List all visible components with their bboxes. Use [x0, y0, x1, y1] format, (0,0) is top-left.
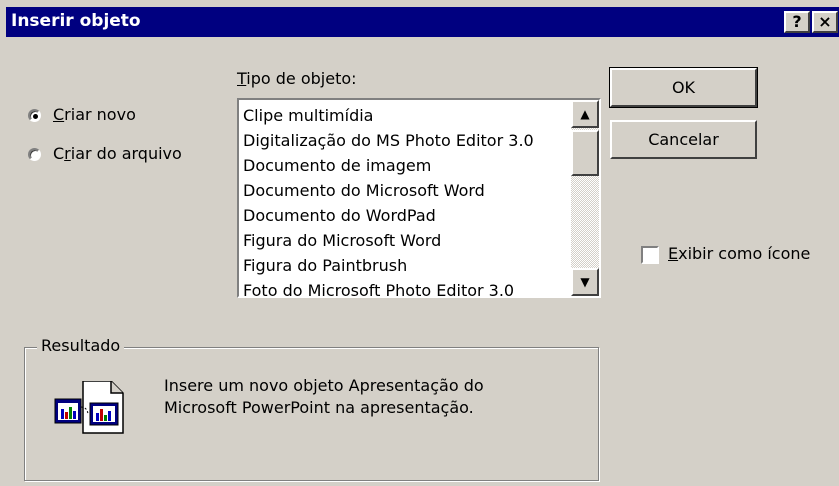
object-type-list-item[interactable]: Documento do WordPad — [243, 203, 565, 228]
result-description: Insere um novo objeto Apresentação do Mi… — [164, 375, 564, 419]
radio-button[interactable] — [28, 148, 41, 161]
label-accelerator: C — [53, 105, 65, 124]
result-legend: Resultado — [37, 336, 125, 355]
object-type-list-item[interactable]: Documento do Microsoft Word — [243, 178, 565, 203]
radio-criar-novo-label[interactable]: Criar novo — [53, 105, 136, 124]
scroll-thumb[interactable] — [571, 130, 599, 176]
label-rest: xibir como ícone — [678, 244, 811, 263]
powerpoint-object-icon — [54, 381, 124, 434]
object-type-list-item[interactable]: Clipe multimídia — [243, 103, 565, 128]
object-type-list-item[interactable]: Foto do Microsoft Photo Editor 3.0 — [243, 278, 565, 296]
scroll-down-button[interactable]: ▼ — [571, 268, 599, 296]
radio-criar-do-arquivo-label[interactable]: Criar do arquivo — [53, 144, 182, 163]
object-type-list-item[interactable]: Figura do Paintbrush — [243, 253, 565, 278]
label-accelerator: T — [237, 69, 247, 88]
radio-dot — [33, 114, 38, 119]
display-as-icon-checkbox[interactable] — [641, 246, 659, 264]
radio-button-selected[interactable] — [28, 109, 41, 122]
object-type-list-item[interactable]: Figura do Microsoft Word — [243, 228, 565, 253]
label-prefix: C — [53, 144, 65, 163]
label-accelerator: E — [668, 244, 679, 263]
result-line-2: Microsoft PowerPoint na apresentação. — [164, 398, 474, 417]
scroll-up-button[interactable]: ▲ — [571, 100, 599, 128]
help-button[interactable]: ? — [784, 11, 810, 33]
object-type-list-item[interactable]: Digitalização do MS Photo Editor 3.0 — [243, 128, 565, 153]
listbox-scrollbar[interactable]: ▲ ▼ — [571, 100, 599, 296]
object-type-list-item[interactable]: Documento de imagem — [243, 153, 565, 178]
display-as-icon-label[interactable]: Exibir como ícone — [668, 244, 810, 263]
ok-button[interactable]: OK — [609, 67, 758, 108]
object-type-list: Clipe multimídia Digitalização do MS Phot… — [243, 103, 565, 296]
insert-object-dialog: Inserir objeto ? × Criar novo Criar do a… — [0, 0, 839, 486]
object-type-label: Tipo de objeto: — [237, 69, 357, 88]
dialog-title: Inserir objeto — [11, 11, 141, 31]
close-button[interactable]: × — [812, 11, 838, 33]
title-bar[interactable]: Inserir objeto ? × — [6, 7, 839, 37]
label-rest: iar do arquivo — [70, 144, 182, 163]
label-accelerator: r — [64, 144, 71, 163]
cancel-button[interactable]: Cancelar — [610, 120, 757, 159]
result-line-1: Insere um novo objeto Apresentação do — [164, 376, 484, 395]
label-rest: ipo de objeto: — [246, 69, 357, 88]
label-rest: riar novo — [64, 105, 136, 124]
object-type-listbox[interactable]: Clipe multimídia Digitalização do MS Phot… — [237, 98, 601, 298]
